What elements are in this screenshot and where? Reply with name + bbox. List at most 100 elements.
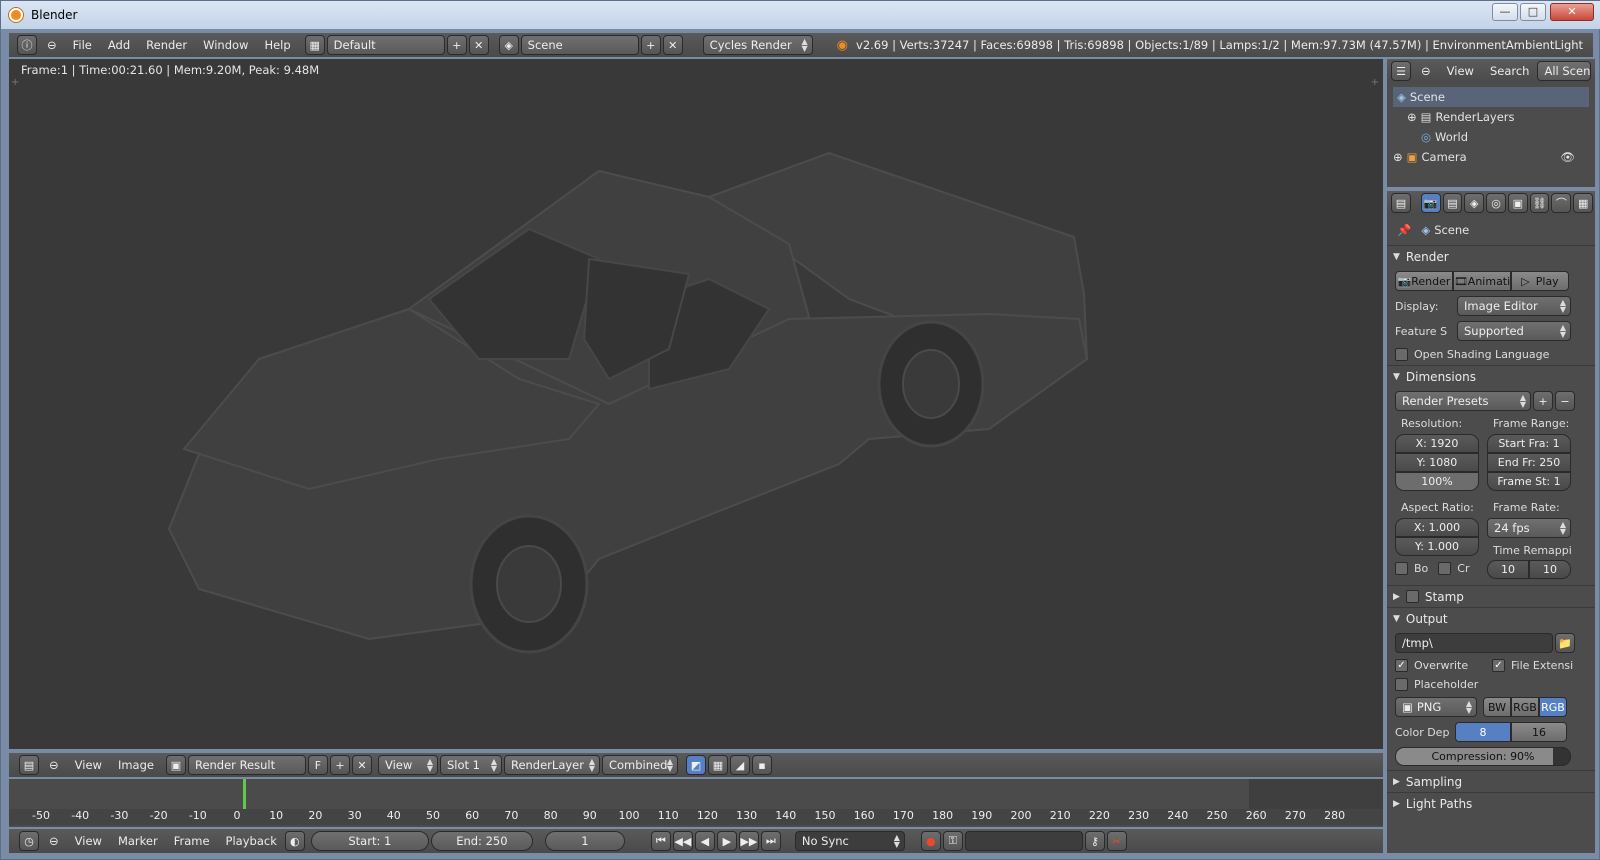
menu-render[interactable]: Render xyxy=(138,33,195,57)
render-presets-select[interactable]: Render Presets ▲ ▼ xyxy=(1395,391,1531,411)
add-screen-icon[interactable]: + xyxy=(446,35,467,55)
render-result-viewport[interactable]: Frame:1 | Time:00:21.60 | Mem:9.20M, Pea… xyxy=(9,59,1383,749)
play-icon[interactable]: ▶ xyxy=(716,831,737,851)
draw-zbuffer-icon[interactable]: ◢ xyxy=(729,755,750,775)
screen-layout-icon[interactable]: ▦ xyxy=(304,35,325,55)
minimize-button[interactable]: — xyxy=(1492,3,1518,21)
remap-old-field[interactable]: 10 xyxy=(1487,560,1529,579)
crop-checkbox[interactable] xyxy=(1438,562,1452,575)
menu-image[interactable]: Image xyxy=(110,753,162,777)
output-section-header[interactable]: ▼ Output xyxy=(1387,607,1595,629)
compression-slider[interactable]: Compression: 90% xyxy=(1395,747,1571,766)
pin-icon[interactable]: 📌 xyxy=(1397,223,1411,237)
collapse-menu-icon-4[interactable]: ⊖ xyxy=(1413,59,1439,83)
feature-set-select[interactable]: Supported ▲ ▼ xyxy=(1457,321,1571,341)
scene-icon[interactable]: ◈ xyxy=(498,35,519,55)
resolution-percentage-field[interactable]: 100% xyxy=(1395,472,1479,491)
keying-set-field[interactable] xyxy=(964,831,1083,851)
scene-context-icon[interactable]: ◈ xyxy=(1464,193,1485,213)
outliner-item-camera[interactable]: ⊕ ▣ Camera 👁 xyxy=(1393,147,1589,167)
menu-help[interactable]: Help xyxy=(256,33,298,57)
image-browse-icon[interactable]: ▣ xyxy=(165,755,186,775)
sampling-section-header[interactable]: ▶ Sampling xyxy=(1387,770,1595,792)
render-engine-select[interactable]: Cycles Render ▲ ▼ xyxy=(702,35,813,55)
insert-keyframe-icon[interactable]: ⚷ xyxy=(1084,831,1105,851)
current-frame-indicator[interactable] xyxy=(243,779,246,809)
jump-to-keyframe-next-icon[interactable]: ▶▶ xyxy=(738,831,759,851)
collapse-menu-icon[interactable]: ⊖ xyxy=(39,33,65,57)
border-checkbox[interactable] xyxy=(1395,562,1408,575)
outliner-filter-select[interactable]: All Scene xyxy=(1537,61,1592,81)
menu-file[interactable]: File xyxy=(65,33,100,57)
object-context-icon[interactable]: ▣ xyxy=(1507,193,1528,213)
file-extensions-checkbox[interactable]: ✓ xyxy=(1492,659,1505,672)
outliner-menu-view[interactable]: View xyxy=(1439,59,1482,83)
color-depth-8[interactable]: 8 xyxy=(1455,722,1511,742)
display-select[interactable]: Image Editor ▲ ▼ xyxy=(1457,296,1571,316)
color-mode-bw[interactable]: BW xyxy=(1483,697,1511,717)
render-pass-select[interactable]: Combined ▲ ▼ xyxy=(601,755,678,775)
collapse-menu-icon-3[interactable]: ⊖ xyxy=(41,829,67,853)
file-format-select[interactable]: ▣ PNG ▲ ▼ xyxy=(1395,697,1477,717)
preview-range-icon[interactable]: ◐ xyxy=(284,831,305,851)
add-preset-icon[interactable]: + xyxy=(1533,391,1553,411)
menu-add[interactable]: Add xyxy=(100,33,138,57)
timeline-menu-frame[interactable]: Frame xyxy=(166,829,218,853)
remap-new-field[interactable]: 10 xyxy=(1529,560,1571,579)
expand-icon[interactable]: ⊕ xyxy=(1407,110,1417,124)
menu-view[interactable]: View xyxy=(67,753,110,777)
start-frame-prop-field[interactable]: Start Fra: 1 xyxy=(1487,434,1571,453)
constraints-context-icon[interactable]: ⛓ xyxy=(1529,193,1550,213)
resolution-x-field[interactable]: X: 1920 xyxy=(1395,434,1479,453)
remove-scene-icon[interactable]: ✕ xyxy=(662,35,683,55)
add-scene-icon[interactable]: + xyxy=(640,35,661,55)
pin-image-icon[interactable]: ▪ xyxy=(751,755,772,775)
remove-screen-icon[interactable]: ✕ xyxy=(468,35,489,55)
color-depth-16[interactable]: 16 xyxy=(1511,722,1567,742)
keying-set-icon[interactable]: ⚿ xyxy=(942,831,963,851)
collapse-menu-icon-2[interactable]: ⊖ xyxy=(41,753,67,777)
timeline-menu-marker[interactable]: Marker xyxy=(110,829,166,853)
play-reverse-icon[interactable]: ◀ xyxy=(694,831,715,851)
outliner-editor-type-icon[interactable]: ☰ xyxy=(1391,61,1411,81)
aspect-y-field[interactable]: Y: 1.000 xyxy=(1395,537,1479,556)
frame-step-field[interactable]: Frame St: 1 xyxy=(1487,472,1571,491)
sync-mode-select[interactable]: No Sync ▲ ▼ xyxy=(794,831,905,851)
render-context-icon[interactable]: 📷 xyxy=(1420,193,1441,213)
placeholder-checkbox[interactable] xyxy=(1395,678,1408,691)
maximize-button[interactable]: □ xyxy=(1520,3,1546,21)
start-frame-field[interactable]: Start: 1 xyxy=(310,831,429,851)
outliner-item-scene[interactable]: ◈ Scene xyxy=(1393,87,1589,107)
delete-keyframe-icon[interactable]: ✂ xyxy=(1106,831,1127,851)
render-section-header[interactable]: ▼ Render xyxy=(1387,245,1595,267)
outliner-item-renderlayers[interactable]: ⊕ ▤ RenderLayers xyxy=(1393,107,1589,127)
timeline-menu-playback[interactable]: Playback xyxy=(218,829,285,853)
image-name-field[interactable]: Render Result xyxy=(187,755,306,775)
fake-user-button[interactable]: F xyxy=(307,755,328,775)
texture-context-icon[interactable]: ▦ xyxy=(1573,193,1594,213)
light-paths-section-header[interactable]: ▶ Light Paths xyxy=(1387,792,1595,814)
osl-checkbox[interactable] xyxy=(1395,348,1408,361)
unlink-image-icon[interactable]: ✕ xyxy=(351,755,372,775)
visibility-eye-icon[interactable]: 👁 xyxy=(1560,147,1575,167)
remove-preset-icon[interactable]: − xyxy=(1555,391,1575,411)
view-mode-select[interactable]: View ▲ ▼ xyxy=(377,755,438,775)
current-frame-field[interactable]: 1 xyxy=(544,831,625,851)
play-rendered-button[interactable]: ▷ Play xyxy=(1511,271,1569,291)
timeline-editor-type-icon[interactable]: ◷ xyxy=(19,831,39,851)
draw-image-alpha-icon[interactable]: ◩ xyxy=(685,755,706,775)
screen-layout-field[interactable]: Default xyxy=(326,35,445,55)
jump-to-start-icon[interactable]: ⏮ xyxy=(650,831,671,851)
render-still-button[interactable]: 📷 Render xyxy=(1395,271,1453,291)
area-split-corner-icon[interactable]: + xyxy=(11,77,19,88)
info-editor-type-icon[interactable]: ⓘ xyxy=(17,35,37,55)
jump-to-end-icon[interactable]: ⏭ xyxy=(760,831,781,851)
area-split-corner-icon-right[interactable]: + xyxy=(1371,77,1379,88)
slot-select[interactable]: Slot 1 ▲ ▼ xyxy=(439,755,502,775)
stamp-section-header[interactable]: ▶ Stamp xyxy=(1387,585,1595,607)
world-context-icon[interactable]: ◎ xyxy=(1486,193,1506,213)
outliner-item-world[interactable]: ◎ World xyxy=(1393,127,1589,147)
color-mode-rgb[interactable]: RGB xyxy=(1511,697,1539,717)
new-image-icon[interactable]: + xyxy=(329,755,350,775)
frame-rate-select[interactable]: 24 fps ▲ ▼ xyxy=(1487,518,1571,538)
